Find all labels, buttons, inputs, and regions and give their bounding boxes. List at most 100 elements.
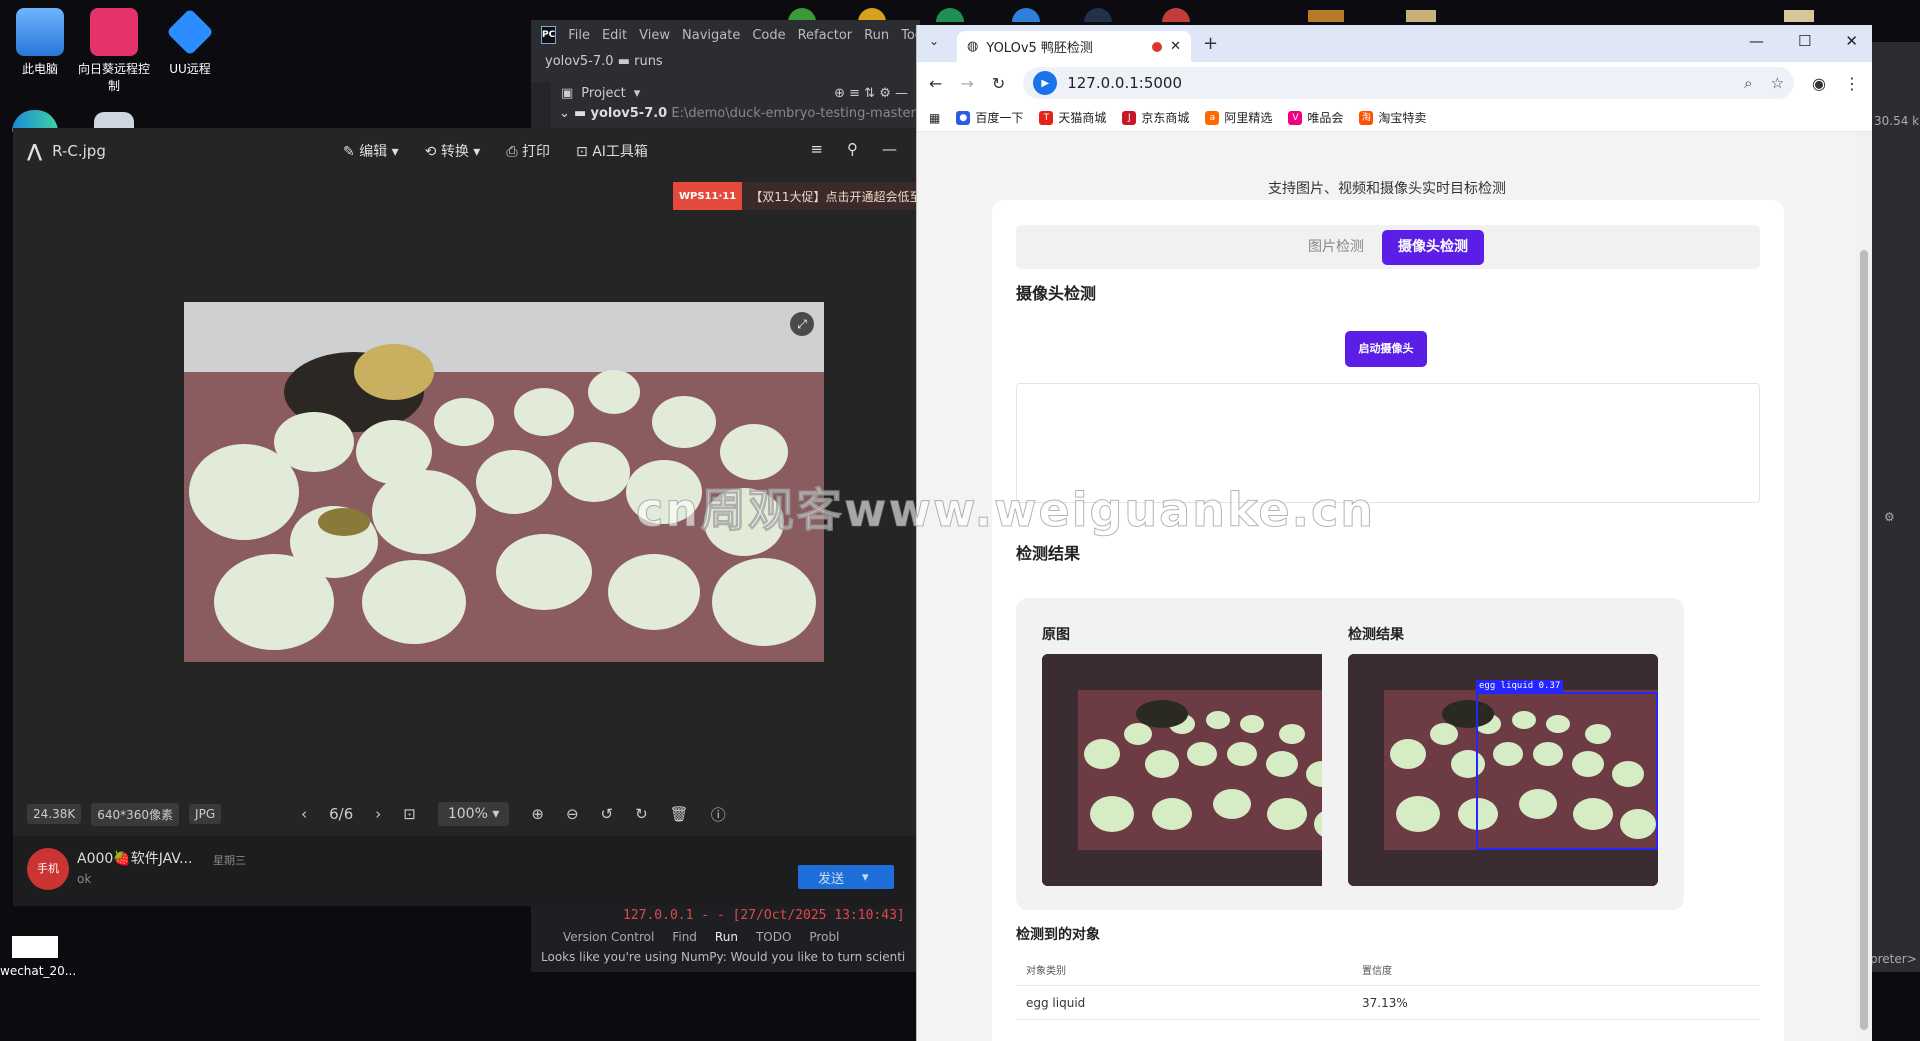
chevron-left-icon[interactable]: ‹ <box>301 805 307 823</box>
desktop-icon-label: 向日葵远程控制 <box>77 62 150 93</box>
ide-menu-code[interactable]: Code <box>752 28 785 43</box>
zoom-in-icon[interactable]: ⊕ <box>531 805 544 823</box>
reload-icon[interactable]: ↻ <box>992 74 1005 93</box>
minimize-icon[interactable]: — <box>1749 32 1764 50</box>
gear-icon[interactable]: ⚙ <box>1884 510 1895 524</box>
tab-find[interactable]: Find <box>672 930 697 944</box>
jd-icon: J <box>1122 110 1137 125</box>
ide-menu-file[interactable]: File <box>568 28 590 43</box>
tab-image-detection[interactable]: 图片检测 <box>1292 230 1380 265</box>
ide-tree-root[interactable]: ⌄ ▬ yolov5-7.0 E:\demo\duck-embryo-testi… <box>553 106 920 128</box>
menu-icon[interactable]: ≡ <box>810 140 823 158</box>
tab-search-icon[interactable]: ⌄ <box>929 34 939 48</box>
interpreter-text[interactable]: preter> <box>1870 952 1917 966</box>
profile-icon[interactable]: ◉ <box>1812 74 1826 93</box>
viewer-print-button[interactable]: ⎙ 打印 <box>506 141 550 161</box>
scrollbar-thumb[interactable] <box>1860 250 1868 1030</box>
uu-remote-icon <box>166 8 214 56</box>
bookmark-ali[interactable]: a 阿里精选 <box>1205 109 1272 126</box>
ide-status-message[interactable]: Looks like you're using NumPy: Would you… <box>541 950 905 964</box>
viewer-promo-banner[interactable]: WPS11·11 【双11大促】点击开通超会低至9.7 <box>673 182 917 210</box>
star-icon[interactable]: ☆ <box>1771 74 1784 92</box>
desktop-file-wechat[interactable]: wechat_20... <box>0 936 76 978</box>
tab-run[interactable]: Run <box>715 930 738 944</box>
bookmark-vip[interactable]: V 唯品会 <box>1288 109 1343 126</box>
chevron-down-icon: ⌄ <box>559 106 570 121</box>
back-icon[interactable]: ← <box>929 74 942 93</box>
tab-camera-detection[interactable]: 摄像头检测 <box>1382 230 1484 265</box>
fit-screen-icon[interactable]: ⊡ <box>403 805 416 823</box>
bookmark-baidu[interactable]: ● 百度一下 <box>956 109 1023 126</box>
tab-todo[interactable]: TODO <box>756 930 791 944</box>
minimize-icon[interactable]: — <box>882 140 897 158</box>
more-menu-icon[interactable]: ⋮ <box>1844 74 1860 93</box>
objects-table: 对象类别 置信度 egg liquid 37.13% <box>1016 952 1760 1020</box>
page-scrollbar[interactable] <box>1856 132 1872 1041</box>
bookmark-tmall[interactable]: T 天猫商城 <box>1039 109 1106 126</box>
apps-grid-icon[interactable]: ▦ <box>929 111 940 125</box>
tab-problems[interactable]: Probl <box>809 930 839 944</box>
ide-project-label[interactable]: Project <box>581 86 625 101</box>
ide-tree-item-name: yolov5-7.0 <box>590 106 668 121</box>
ide-menu-refactor[interactable]: Refactor <box>798 28 853 43</box>
pin-icon[interactable]: ⚲ <box>847 140 858 158</box>
bookmark-taobao[interactable]: 淘淘宝特卖 <box>1359 109 1426 126</box>
ide-menu-bar: PC File Edit View Navigate Code Refactor… <box>531 20 933 50</box>
chevron-down-icon[interactable]: ▾ <box>634 86 641 101</box>
send-button[interactable]: 发送 ▾ <box>798 865 894 889</box>
bookmark-jd[interactable]: J 京东商城 <box>1122 109 1189 126</box>
desktop-icon-this-pc[interactable]: 此电脑 <box>2 8 78 77</box>
ide-breadcrumb-folder[interactable]: runs <box>634 54 663 69</box>
viewer-nav-controls: ‹ 6/6 › ⊡ 100% ▾ ⊕ ⊖ ↺ ↻ 🗑 ⓘ <box>301 802 726 826</box>
ide-menu-edit[interactable]: Edit <box>602 28 627 43</box>
ide-menu-run[interactable]: Run <box>864 28 889 43</box>
fullscreen-icon[interactable]: ⤢ <box>790 312 814 336</box>
ide-bottom-panel: 127.0.0.1 - - [27/Oct/2025 13:10:43] Ver… <box>531 900 920 972</box>
start-camera-button[interactable]: 启动摄像头 <box>1345 331 1427 367</box>
zoom-icon[interactable]: ⌕ <box>1744 74 1752 92</box>
computer-icon <box>16 8 64 56</box>
maximize-icon[interactable]: ☐ <box>1798 32 1811 50</box>
address-bar[interactable]: ▶ 127.0.0.1:5000 ⌕ ☆ <box>1023 67 1795 99</box>
zoom-select[interactable]: 100% ▾ <box>437 802 510 826</box>
tmall-icon: T <box>1039 110 1054 125</box>
viewer-ai-toolbox-button[interactable]: ⊡ AI工具箱 <box>576 141 648 161</box>
avatar: 手机 <box>27 848 69 890</box>
original-image-label: 原图 <box>1042 627 1070 643</box>
forward-icon[interactable]: → <box>960 74 973 93</box>
close-icon[interactable]: ✕ <box>1170 39 1181 54</box>
watermark-text: cn周观客www.weiguanke.cn <box>635 483 1376 538</box>
new-tab-icon[interactable]: + <box>1203 33 1218 54</box>
desktop-icon-sunlogin[interactable]: 向日葵远程控制 <box>76 8 152 94</box>
tab-title: YOLOv5 鸭胚检测 <box>986 41 1093 56</box>
taobao-icon: 淘 <box>1359 110 1374 125</box>
tab-version-control[interactable]: Version Control <box>563 930 654 944</box>
wechat-chat-item[interactable]: 手机 A000🍓软件JAV... ok 星期三 发送 ▾ <box>13 836 917 906</box>
network-speed-text: 30.54 k <box>1874 114 1920 128</box>
viewer-edit-button[interactable]: ✎ 编辑 ▾ <box>343 141 399 161</box>
bookmark-label: 百度一下 <box>975 111 1024 125</box>
close-icon[interactable]: ✕ <box>1845 32 1858 50</box>
chevron-down-icon[interactable]: ▾ <box>862 870 869 885</box>
bookmarks-bar: ▦ ● 百度一下 T 天猫商城 J 京东商城 a 阿里精选 V 唯品会 淘淘宝特卖 <box>917 104 1872 132</box>
background-app-icons <box>788 8 1814 22</box>
info-icon[interactable]: ⓘ <box>711 804 726 825</box>
ide-project-tools[interactable]: ⊕ ≡ ⇅ ⚙ — <box>834 86 920 101</box>
url-text[interactable]: 127.0.0.1:5000 <box>1067 74 1182 92</box>
ide-menu-navigate[interactable]: Navigate <box>682 28 740 43</box>
rotate-right-icon[interactable]: ↻ <box>635 805 648 823</box>
ide-menu-view[interactable]: View <box>639 28 670 43</box>
detection-bounding-box <box>1476 692 1658 850</box>
chevron-right-icon[interactable]: › <box>375 805 381 823</box>
ide-breadcrumb-project[interactable]: yolov5-7.0 <box>545 54 614 69</box>
desktop-icon-uu-remote[interactable]: UU远程 <box>152 8 228 77</box>
folder-icon: ▬ <box>617 54 635 69</box>
cloud-drive-icon[interactable] <box>94 112 134 128</box>
viewer-convert-button[interactable]: ⟲ 转换 ▾ <box>425 141 481 161</box>
rotate-left-icon[interactable]: ↺ <box>601 805 614 823</box>
delete-icon[interactable]: 🗑 <box>670 805 689 823</box>
ide-window: PC File Edit View Navigate Code Refactor… <box>531 20 933 128</box>
browser-tab-active[interactable]: ◍ YOLOv5 鸭胚检测 ✕ <box>957 31 1191 62</box>
zoom-out-icon[interactable]: ⊖ <box>566 805 579 823</box>
camera-site-icon[interactable]: ▶ <box>1033 71 1058 95</box>
